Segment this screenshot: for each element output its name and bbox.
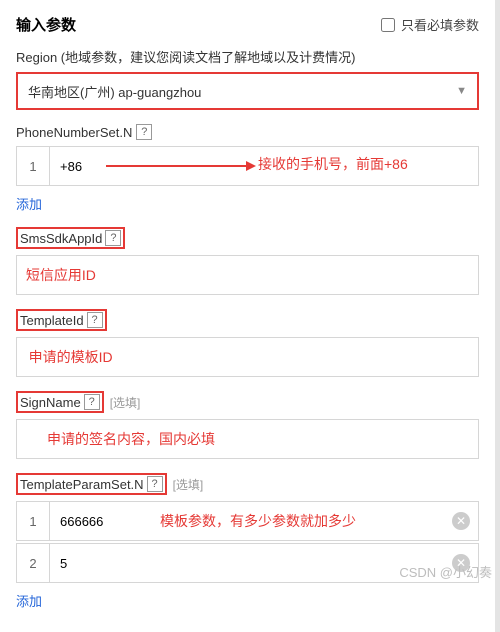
appid-input[interactable] (56, 268, 66, 283)
phone-add-link[interactable]: 添加 (16, 194, 42, 213)
sign-optional: [选填] (110, 394, 141, 411)
params-label-box: TemplateParamSet.N ? (16, 473, 167, 495)
params-optional: [选填] (173, 476, 204, 493)
template-placeholder (27, 350, 49, 365)
region-value: 华南地区(广州) ap-guangzhou (28, 82, 201, 101)
sign-annotation: 申请的签名内容，国内必填 (47, 429, 215, 449)
required-only-check[interactable] (381, 18, 395, 32)
region-select[interactable]: 华南地区(广州) ap-guangzhou ▼ (16, 72, 479, 110)
phone-label: PhoneNumberSet.N ? (16, 124, 479, 140)
param-input-1[interactable] (60, 514, 130, 529)
appid-placeholder (27, 268, 56, 283)
param-row-index: 2 (16, 543, 50, 583)
params-annotation: 模板参数，有多少参数就加多少 (160, 511, 356, 531)
watermark: CSDN @小幻奏 (399, 562, 492, 581)
clear-icon[interactable]: ✕ (452, 512, 470, 530)
params-add-link[interactable]: 添加 (16, 591, 42, 610)
appid-label-box: SmsSdkAppId ? (16, 227, 125, 249)
template-label-box: TemplateId ? (16, 309, 107, 331)
help-icon[interactable]: ? (84, 394, 100, 410)
sign-input-wrap: 申请的签名内容，国内必填 (16, 419, 479, 459)
appid-label: SmsSdkAppId (20, 231, 102, 246)
param-row-input-wrap: 模板参数，有多少参数就加多少 ✕ (50, 501, 479, 541)
help-icon[interactable]: ? (87, 312, 103, 328)
help-icon[interactable]: ? (136, 124, 152, 140)
region-label: Region (地域参数，建议您阅读文档了解地域以及计费情况) (16, 47, 479, 66)
help-icon[interactable]: ? (105, 230, 121, 246)
phone-label-text: PhoneNumberSet.N (16, 125, 132, 140)
param-row-index: 1 (16, 501, 50, 541)
help-icon[interactable]: ? (147, 476, 163, 492)
template-label: TemplateId (20, 313, 84, 328)
template-input-wrap: 申请的模板ID (16, 337, 479, 377)
sign-label: SignName (20, 395, 81, 410)
required-only-checkbox[interactable]: 只看必填参数 (381, 15, 479, 34)
phone-input[interactable] (60, 159, 468, 174)
page-title: 输入参数 (16, 14, 76, 35)
required-only-label: 只看必填参数 (401, 15, 479, 34)
appid-input-wrap: 短信应用ID (16, 255, 479, 295)
sign-label-box: SignName ? (16, 391, 104, 413)
dropdown-icon: ▼ (456, 85, 467, 97)
template-input[interactable] (49, 350, 59, 365)
params-label: TemplateParamSet.N (20, 477, 144, 492)
phone-row-input-wrap (50, 146, 479, 186)
sign-input[interactable] (27, 432, 47, 447)
phone-row-index: 1 (16, 146, 50, 186)
